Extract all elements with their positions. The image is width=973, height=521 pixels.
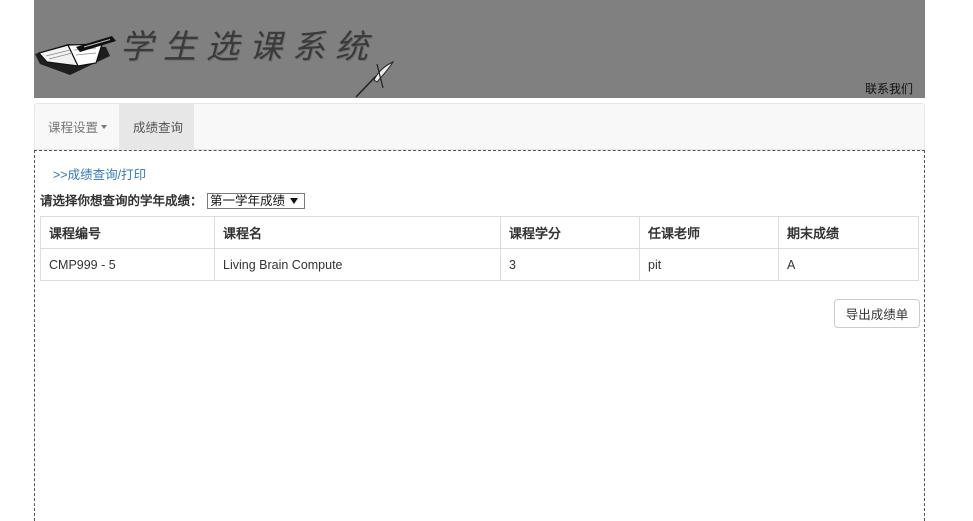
table-row: CMP999 - 5 Living Brain Compute 3 pit A — [40, 248, 919, 281]
main-navbar: 课程设置 成绩查询 — [34, 103, 925, 150]
year-select-label: 请选择你想查询的学年成绩： — [40, 194, 203, 208]
header-banner: 学生选课系统 联系我们 — [34, 0, 925, 98]
breadcrumb-link[interactable]: >>成绩查询/打印 — [53, 167, 146, 183]
logo-text: 学生选课系统 — [120, 27, 378, 66]
content-panel: >>成绩查询/打印 请选择你想查询的学年成绩： 第一学年成绩 课程编号 课程名 … — [34, 150, 925, 521]
open-book-icon — [35, 36, 116, 75]
caret-down-icon — [101, 124, 108, 129]
cell-credits: 3 — [500, 248, 640, 281]
nav-item-grade-query[interactable]: 成绩查询 — [119, 104, 195, 149]
column-header-final-grade: 期末成绩 — [778, 216, 919, 249]
export-grades-button[interactable]: 导出成绩单 — [834, 299, 920, 328]
nav-item-course-settings[interactable]: 课程设置 — [35, 104, 119, 149]
column-header-instructor: 任课老师 — [639, 216, 779, 249]
table-header-row: 课程编号 课程名 课程学分 任课老师 期末成绩 — [40, 216, 919, 249]
cell-course-id: CMP999 - 5 — [40, 248, 215, 281]
caret-down-icon — [290, 198, 298, 204]
contact-us-link[interactable]: 联系我们 — [865, 82, 913, 96]
cell-course-name: Living Brain Compute — [214, 248, 501, 281]
cell-instructor: pit — [639, 248, 779, 281]
column-header-course-name: 课程名 — [214, 216, 501, 249]
year-select-value: 第一学年成绩 — [210, 194, 286, 208]
grades-table: 课程编号 课程名 课程学分 任课老师 期末成绩 CMP999 - 5 Livin… — [40, 216, 919, 281]
nav-item-label: 课程设置 — [48, 121, 99, 135]
nav-item-label: 成绩查询 — [133, 121, 184, 135]
site-logo: 学生选课系统 — [34, 0, 434, 98]
quill-pen-icon — [355, 60, 395, 98]
cell-final-grade: A — [778, 248, 919, 281]
table-head: 课程编号 课程名 课程学分 任课老师 期末成绩 — [40, 216, 919, 249]
column-header-credits: 课程学分 — [500, 216, 640, 249]
column-header-course-id: 课程编号 — [40, 216, 215, 249]
table-body: CMP999 - 5 Living Brain Compute 3 pit A — [40, 248, 919, 281]
year-select[interactable]: 第一学年成绩 — [207, 193, 305, 209]
